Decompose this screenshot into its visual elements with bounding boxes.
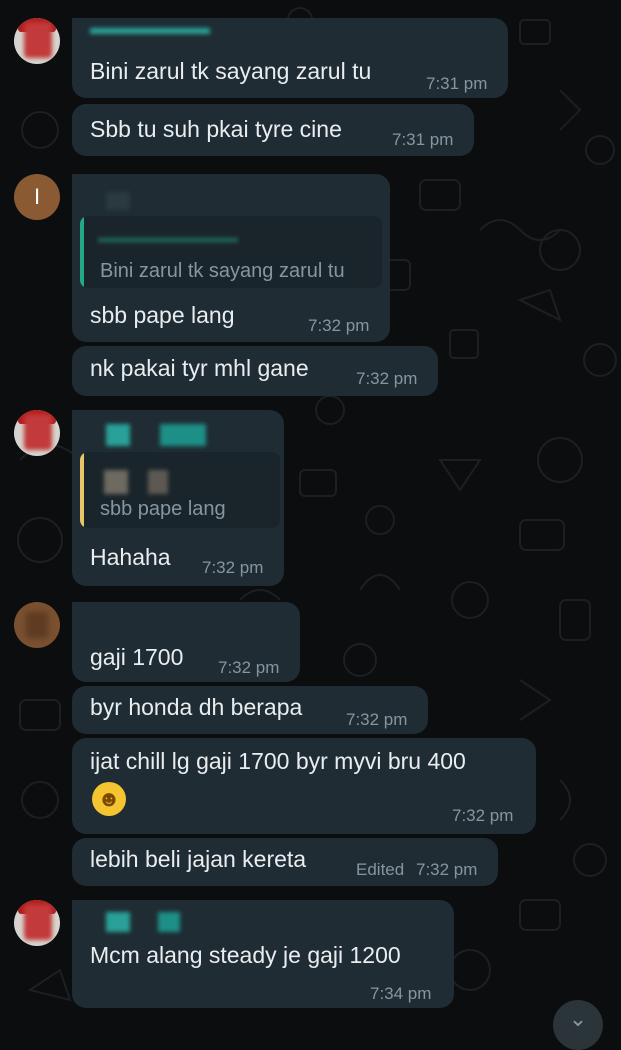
sender-name-redacted xyxy=(106,424,130,446)
chevron-down-icon: ⌄ xyxy=(568,1006,588,1031)
quoted-sender-redacted xyxy=(98,238,238,242)
message-text: gaji 1700 xyxy=(90,644,184,670)
message-bubble[interactable]: Bini zarul tk sayang zarul tu sbb pape l… xyxy=(72,174,390,342)
message-time: 7:32 pm xyxy=(416,860,478,879)
message-text: Sbb tu suh pkai tyre cine xyxy=(90,116,342,142)
message-bubble[interactable]: nk pakai tyr mhl gane 7:32 pm xyxy=(72,346,438,396)
avatar[interactable] xyxy=(14,410,60,456)
message-text: ijat chill lg gaji 1700 byr myvi bru 400 xyxy=(90,748,466,774)
quoted-sender-redacted xyxy=(104,470,128,494)
message-time: 7:32 pm xyxy=(452,806,514,825)
message-time: 7:32 pm xyxy=(308,316,370,335)
sender-name-redacted xyxy=(90,28,210,34)
sender-name-redacted xyxy=(158,912,180,932)
message-time: 7:32 pm xyxy=(356,369,418,388)
quoted-message[interactable]: Bini zarul tk sayang zarul tu xyxy=(80,216,382,288)
avatar[interactable] xyxy=(14,602,60,648)
avatar-initial: I xyxy=(33,184,41,209)
message-bubble[interactable]: byr honda dh berapa 7:32 pm xyxy=(72,686,428,734)
message-time: 7:32 pm xyxy=(346,710,408,729)
avatar[interactable] xyxy=(14,900,60,946)
message-text: Hahaha xyxy=(90,544,171,570)
message-time: 7:31 pm xyxy=(426,74,488,93)
message-text: byr honda dh berapa xyxy=(90,694,303,720)
message-time: 7:31 pm xyxy=(392,130,454,149)
message-bubble[interactable]: Mcm alang steady je gaji 1200 7:34 pm xyxy=(72,900,454,1008)
message-text: lebih beli jajan kereta xyxy=(90,846,307,872)
quoted-sender-redacted xyxy=(148,470,168,494)
quote-bar xyxy=(80,452,84,528)
sender-name-redacted xyxy=(106,912,130,932)
sender-name-redacted xyxy=(106,192,130,210)
message-bubble[interactable]: ijat chill lg gaji 1700 byr myvi bru 400… xyxy=(72,738,536,834)
message-time: 7:32 pm xyxy=(202,558,264,577)
message-bubble[interactable]: Bini zarul tk sayang zarul tu 7:31 pm xyxy=(72,18,508,98)
avatar[interactable] xyxy=(14,18,60,64)
quoted-text: sbb pape lang xyxy=(100,498,226,520)
quote-bar xyxy=(80,216,84,288)
quoted-message[interactable]: sbb pape lang xyxy=(80,452,280,528)
message-bubble[interactable]: Sbb tu suh pkai tyre cine 7:31 pm xyxy=(72,104,474,156)
message-text: Mcm alang steady je gaji 1200 xyxy=(90,942,401,968)
scroll-down-button[interactable]: ⌄ xyxy=(553,1000,603,1050)
avatar[interactable]: I xyxy=(14,174,60,220)
message-bubble[interactable]: gaji 1700 7:32 pm xyxy=(72,602,300,682)
message-time: 7:34 pm xyxy=(370,984,432,1003)
winking-tongue-face-icon: ☻ xyxy=(92,782,126,816)
message-time: 7:32 pm xyxy=(218,658,280,677)
message-text: sbb pape lang xyxy=(90,302,235,328)
message-bubble[interactable]: sbb pape lang Hahaha 7:32 pm xyxy=(72,410,284,586)
quoted-text: Bini zarul tk sayang zarul tu xyxy=(100,260,345,282)
message-edited-label: Edited xyxy=(356,860,405,879)
message-text: Bini zarul tk sayang zarul tu xyxy=(90,58,372,84)
message-bubble[interactable]: lebih beli jajan kereta Edited 7:32 pm xyxy=(72,838,498,886)
message-text: nk pakai tyr mhl gane xyxy=(90,355,309,381)
sender-name-redacted xyxy=(160,424,206,446)
